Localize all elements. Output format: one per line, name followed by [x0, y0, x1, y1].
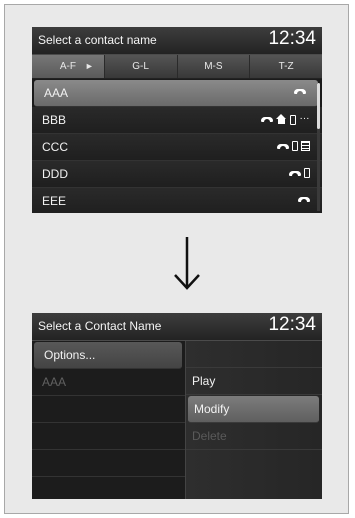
office-icon — [301, 141, 310, 151]
clock: 12:34 — [268, 314, 316, 335]
play-arrow-icon: ► — [84, 61, 94, 71]
options-screen: Select a Contact Name 12:34 Options... A… — [32, 313, 322, 499]
empty-row — [32, 450, 185, 477]
options-label: Options... — [44, 348, 96, 362]
phone-icon — [298, 197, 310, 204]
tab-m-s[interactable]: M-S — [178, 55, 251, 78]
contact-row-aaa[interactable]: AAA — [34, 80, 318, 107]
more-icon: ··· — [299, 113, 310, 124]
tab-t-z[interactable]: T-Z — [250, 55, 322, 78]
menu-item-modify[interactable]: Modify — [188, 396, 319, 423]
menu-item-label: Play — [192, 374, 216, 388]
contact-name: CCC — [42, 140, 68, 154]
tab-label: G-L — [132, 61, 149, 72]
scroll-thumb[interactable] — [317, 83, 320, 129]
menu-item-label: Modify — [194, 402, 230, 416]
contact-row-bbb[interactable]: BBB ··· — [32, 107, 322, 134]
phone-type-icons: ··· — [261, 114, 310, 125]
manual-figure: Select a contact name 12:34 A-F ► G-L M-… — [4, 4, 349, 514]
contact-row-aaa: AAA — [32, 369, 185, 396]
tab-label: T-Z — [278, 61, 294, 72]
home-icon — [276, 114, 287, 125]
contact-row-eee[interactable]: EEE — [32, 188, 322, 213]
mobile-icon — [290, 114, 296, 125]
contact-row-ddd[interactable]: DDD — [32, 161, 322, 188]
tab-label: A-F — [59, 61, 76, 72]
contact-name: AAA — [44, 86, 69, 100]
contact-name: EEE — [42, 194, 67, 208]
menu-item-play[interactable]: Play — [186, 368, 322, 395]
title-bar: Select a contact name 12:34 — [32, 27, 322, 55]
options-menu: Play Modify Delete — [186, 341, 322, 499]
screen-title: Select a contact name — [38, 33, 157, 47]
phone-icon — [294, 89, 306, 96]
options-button[interactable]: Options... — [34, 342, 182, 369]
menu-item-delete: Delete — [186, 423, 322, 450]
contact-row-ccc[interactable]: CCC — [32, 134, 322, 161]
contact-name: BBB — [42, 113, 67, 127]
phone-type-icons — [298, 195, 310, 204]
contact-list: AAA BBB ··· CCC DDD EEE — [32, 80, 322, 213]
tab-g-l[interactable]: G-L — [105, 55, 178, 78]
phone-type-icons — [277, 141, 310, 151]
tab-label: M-S — [204, 61, 223, 72]
phone-icon — [289, 170, 301, 178]
phone-icon — [277, 143, 289, 151]
menu-item-label: Delete — [192, 429, 227, 443]
mobile-icon — [292, 141, 298, 151]
contact-name: AAA — [42, 375, 67, 389]
contact-name: DDD — [42, 167, 68, 181]
contact-pane: Options... AAA — [32, 341, 186, 499]
tab-a-f[interactable]: A-F ► — [32, 55, 105, 78]
phone-type-icons — [294, 87, 306, 96]
clock: 12:34 — [268, 28, 316, 49]
empty-row — [32, 423, 185, 450]
menu-spacer — [186, 341, 322, 368]
screen-title: Select a Contact Name — [38, 319, 162, 333]
title-bar: Select a Contact Name 12:34 — [32, 313, 322, 341]
mobile-icon — [304, 168, 310, 178]
down-arrow-icon — [174, 237, 200, 290]
phone-icon — [261, 117, 273, 124]
alphabet-tabs: A-F ► G-L M-S T-Z — [32, 55, 322, 79]
scrollbar[interactable] — [317, 83, 320, 211]
empty-row — [32, 396, 185, 423]
phone-type-icons — [289, 168, 310, 178]
contact-list-screen: Select a contact name 12:34 A-F ► G-L M-… — [32, 27, 322, 213]
